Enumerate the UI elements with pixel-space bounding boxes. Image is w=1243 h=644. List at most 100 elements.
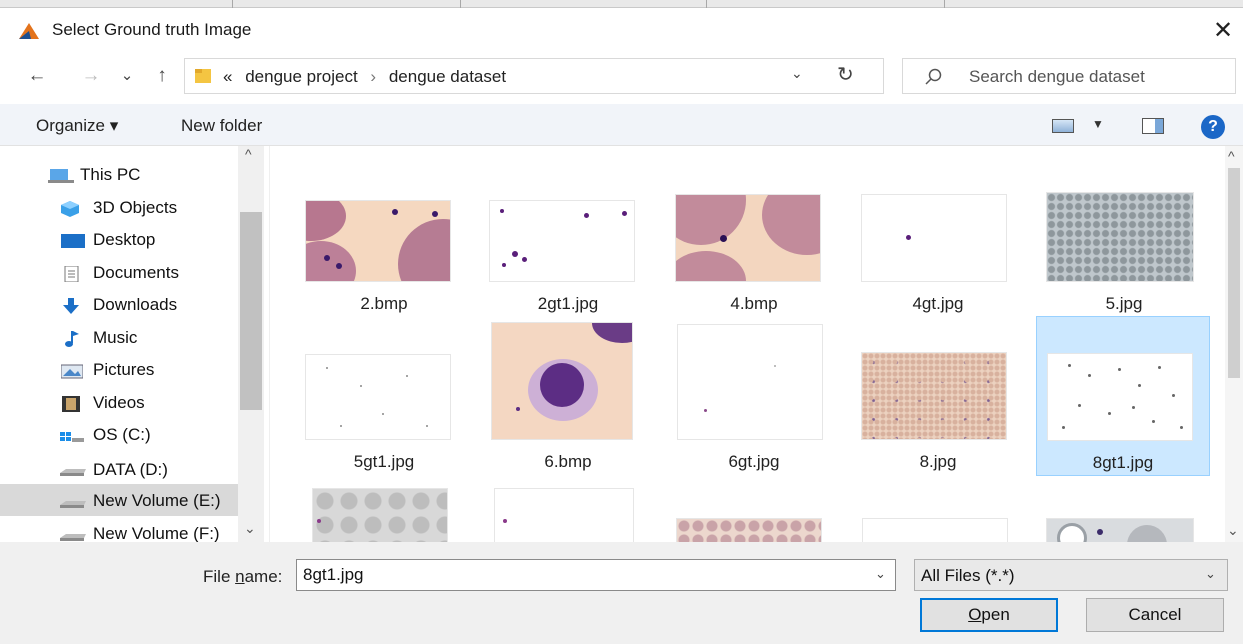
- file-tile-5gt1-jpg[interactable]: 5gt1.jpg: [298, 316, 470, 476]
- scroll-up-arrow-icon[interactable]: ^: [1228, 148, 1235, 164]
- file-thumbnail: [489, 200, 635, 282]
- sidebar-item-label: New Volume (E:): [93, 491, 221, 510]
- file-thumbnail[interactable]: [494, 488, 634, 542]
- document-icon: [64, 266, 79, 282]
- sidebar-item-label: Desktop: [93, 230, 156, 249]
- drive-icon: [60, 501, 86, 508]
- sidebar-item-data-d[interactable]: DATA (D:): [0, 452, 238, 484]
- sidebar-item-label: OS (C:): [93, 425, 151, 444]
- sidebar-item-new-volume-f[interactable]: New Volume (F:): [0, 517, 238, 542]
- preview-pane-icon[interactable]: [1142, 118, 1164, 134]
- file-tile-8-jpg[interactable]: 8.jpg: [852, 316, 1024, 476]
- file-type-select[interactable]: All Files (*.*) ⌄: [914, 559, 1228, 591]
- sidebar-item-music[interactable]: Music: [0, 322, 238, 354]
- address-bar[interactable]: « dengue project › dengue dataset ⌄ ↻: [184, 58, 884, 94]
- sidebar-item-desktop[interactable]: Desktop: [0, 224, 238, 256]
- sidebar-item-pictures[interactable]: Pictures: [0, 354, 238, 386]
- address-dropdown-icon[interactable]: ⌄: [791, 65, 803, 82]
- pictures-icon: [61, 364, 83, 379]
- sidebar-item-label: This PC: [80, 165, 141, 184]
- sidebar-item-3d-objects[interactable]: 3D Objects: [0, 192, 238, 224]
- file-name: 4.bmp: [730, 294, 778, 313]
- title-bar: Select Ground truth Image ✕: [0, 8, 1243, 52]
- sidebar-item-label: Videos: [93, 393, 145, 412]
- recent-locations-chevron-icon[interactable]: ⌄: [116, 62, 138, 90]
- file-name: 4gt.jpg: [912, 294, 964, 313]
- music-icon: [65, 331, 79, 347]
- file-list-scrollbar[interactable]: ^ ⌄: [1225, 146, 1243, 542]
- background-window-strip: [0, 0, 1243, 8]
- sidebar-item-videos[interactable]: Videos: [0, 387, 238, 419]
- chevron-down-icon[interactable]: ⌄: [875, 566, 886, 582]
- scroll-down-arrow-icon[interactable]: ⌄: [244, 520, 256, 537]
- matlab-icon: [19, 23, 39, 39]
- sidebar-item-documents[interactable]: Documents: [0, 257, 238, 289]
- file-thumbnail: [305, 200, 451, 282]
- film-icon: [62, 396, 80, 412]
- file-thumbnail: [677, 324, 823, 440]
- sidebar-item-this-pc[interactable]: This PC: [0, 159, 238, 191]
- sidebar-item-os-c[interactable]: OS (C:): [0, 419, 238, 451]
- change-view-icon[interactable]: [1052, 119, 1074, 133]
- file-name: 8.jpg: [919, 452, 957, 471]
- sidebar-item-new-volume-e[interactable]: New Volume (E:): [0, 484, 238, 516]
- refresh-icon[interactable]: ↻: [837, 62, 854, 87]
- close-icon[interactable]: ✕: [1206, 14, 1240, 48]
- scroll-up-arrow-icon[interactable]: ^: [245, 146, 252, 162]
- file-name-combobox[interactable]: ⌄: [296, 559, 896, 591]
- navigation-pane: This PC 3D Objects Desktop Documents Dow…: [0, 146, 270, 542]
- file-name: 2.bmp: [360, 294, 408, 313]
- breadcrumb: « dengue project › dengue dataset: [223, 67, 506, 87]
- file-thumbnail: [861, 352, 1007, 440]
- drive-icon: [60, 469, 86, 476]
- sidebar-item-downloads[interactable]: Downloads: [0, 289, 238, 321]
- cancel-button[interactable]: Cancel: [1086, 598, 1224, 632]
- file-name-input[interactable]: [303, 565, 863, 585]
- search-box[interactable]: [902, 58, 1236, 94]
- forward-arrow-icon[interactable]: →: [76, 62, 106, 90]
- file-thumbnail[interactable]: [1046, 518, 1194, 542]
- file-tile-8gt1-jpg[interactable]: 8gt1.jpg: [1036, 316, 1210, 476]
- chevron-down-icon[interactable]: ⌄: [1205, 566, 1216, 582]
- file-name: 5gt1.jpg: [353, 452, 415, 471]
- scroll-down-arrow-icon[interactable]: ⌄: [1227, 522, 1239, 539]
- file-name: 5.jpg: [1105, 294, 1143, 313]
- scrollbar-thumb[interactable]: [1228, 168, 1240, 378]
- open-button[interactable]: Open: [920, 598, 1058, 632]
- new-folder-button[interactable]: New folder: [181, 116, 262, 136]
- file-thumbnail[interactable]: [312, 488, 448, 542]
- sidebar-item-label: Documents: [93, 263, 179, 282]
- folder-icon: [195, 69, 211, 83]
- scrollbar-thumb[interactable]: [240, 212, 262, 410]
- desktop-icon: [61, 234, 85, 248]
- file-name: 6.bmp: [544, 452, 592, 471]
- file-thumbnail[interactable]: [676, 518, 822, 542]
- file-thumbnail: [1046, 192, 1194, 282]
- file-name: 2gt1.jpg: [537, 294, 599, 313]
- file-tile-6gt-jpg[interactable]: 6gt.jpg: [668, 316, 840, 476]
- organize-menu-button[interactable]: Organize ▾: [36, 116, 118, 136]
- search-icon: [925, 68, 942, 85]
- view-options-dropdown-icon[interactable]: ▼: [1092, 117, 1104, 131]
- file-name: 8gt1.jpg: [1092, 453, 1154, 472]
- download-icon: [63, 298, 79, 314]
- breadcrumb-item-dengue-dataset[interactable]: dengue dataset: [389, 67, 506, 86]
- help-icon[interactable]: ?: [1201, 115, 1225, 139]
- sidebar-item-label: 3D Objects: [93, 198, 178, 217]
- file-name: 6gt.jpg: [728, 452, 780, 471]
- back-arrow-icon[interactable]: ←: [22, 62, 52, 90]
- file-thumbnail: [861, 194, 1007, 282]
- file-tile-6-bmp[interactable]: 6.bmp: [482, 316, 654, 476]
- file-thumbnail[interactable]: [862, 518, 1008, 542]
- sidebar-item-label: DATA (D:): [93, 460, 168, 479]
- sidebar-scrollbar[interactable]: ^ ⌄: [238, 146, 264, 542]
- file-thumbnail: [1047, 353, 1193, 441]
- dialog-title: Select Ground truth Image: [52, 20, 252, 39]
- search-input[interactable]: [969, 67, 1219, 87]
- breadcrumb-item-dengue-project[interactable]: dengue project: [245, 67, 357, 86]
- up-arrow-icon[interactable]: ↑: [148, 62, 176, 90]
- breadcrumb-separator[interactable]: ›: [370, 67, 376, 86]
- cube-icon: [61, 201, 79, 217]
- sidebar-item-label: Downloads: [93, 295, 178, 314]
- breadcrumb-overflow[interactable]: «: [223, 67, 232, 86]
